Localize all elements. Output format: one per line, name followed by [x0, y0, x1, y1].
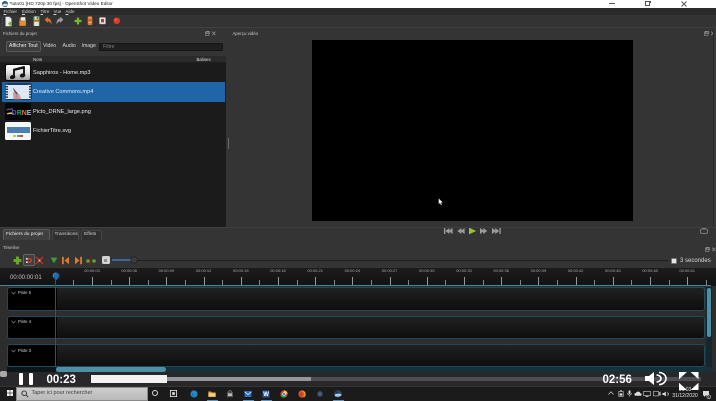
svg-text:E: E — [27, 109, 31, 116]
svg-text:D: D — [12, 109, 17, 116]
svg-text:W: W — [263, 392, 269, 398]
